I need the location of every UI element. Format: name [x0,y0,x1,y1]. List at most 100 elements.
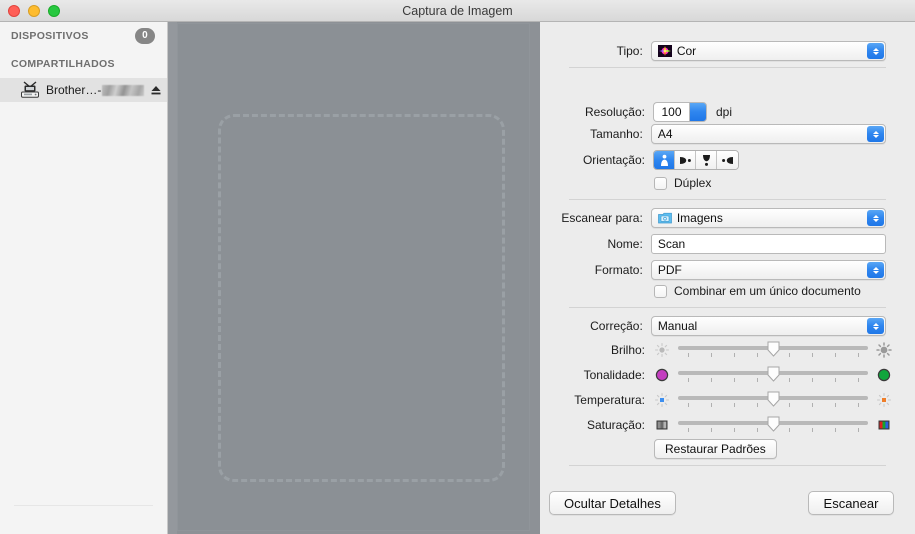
orientation-landscape-left-icon[interactable] [717,151,738,169]
slider-thumb[interactable] [767,391,780,407]
tamanho-value: A4 [657,127,673,141]
restore-defaults-button[interactable]: Restaurar Padrões [654,439,777,459]
temperature-cool-icon [654,392,670,408]
formato-popup-button[interactable]: PDF [650,260,886,280]
combinar-checkbox[interactable] [654,284,667,298]
scan-button[interactable]: Escanear [808,491,894,515]
saturation-gray-icon [654,417,670,433]
tonalidade-label: Tonalidade: [583,368,645,382]
saturacao-label: Saturação: [586,418,645,432]
tonalidade-slider[interactable] [678,365,868,385]
row-temperatura: Temperatura: [540,390,900,410]
orientation-segmented-control[interactable] [653,150,739,170]
resolucao-value[interactable]: 100 [653,102,689,122]
preview-left-edge [168,22,177,534]
row-brilho: Brilho: [540,340,900,360]
slider-thumb[interactable] [767,366,780,382]
divider-2 [569,199,886,200]
formato-value: PDF [657,263,682,277]
slider-thumb[interactable] [767,416,780,432]
sidebar: DISPOSITIVOS 0 COMPARTILHADOS Brother…- [0,22,168,534]
devices-count-badge: 0 [135,28,155,44]
eject-icon[interactable] [150,83,162,97]
row-escanear-para: Escanear para: Imagens [540,208,886,228]
row-tipo: Tipo: Cor [540,41,886,61]
row-scan: Escanear [808,491,894,515]
tamanho-label: Tamanho: [590,127,643,141]
orientation-portrait-down-icon[interactable] [696,151,717,169]
sidebar-section-shared: COMPARTILHADOS [0,50,167,78]
brilho-label: Brilho: [610,343,645,357]
redacted-device-name [102,84,145,96]
escanear-para-label: Escanear para: [561,211,643,225]
scan-selection-marquee[interactable] [218,114,505,482]
brightness-high-icon [876,342,892,358]
row-restaurar: Restaurar Padrões [654,439,777,459]
nome-label: Nome: [607,237,643,251]
sidebar-bottom-divider [14,505,153,506]
correcao-value: Manual [657,319,698,333]
preview-page [177,23,530,531]
image-capture-window: Captura de Imagem DISPOSITIVOS 0 COMPART… [0,0,915,534]
chevron-updown-icon [867,318,884,334]
color-photo-icon [657,45,672,57]
scanner-icon [18,81,42,99]
row-nome: Nome: Scan [540,234,886,254]
row-hide-details: Ocultar Detalhes [549,491,676,515]
row-duplex: Dúplex [540,176,886,190]
temperatura-slider[interactable] [678,390,868,410]
tipo-value: Cor [676,44,697,58]
chevron-updown-icon [867,210,884,226]
stepper-arrows-icon[interactable] [689,102,707,122]
resolucao-unit: dpi [716,105,733,119]
tint-magenta-icon [654,367,670,383]
tipo-popup-button[interactable]: Cor [650,41,886,61]
resolucao-label: Resolução: [584,105,645,119]
divider-4 [569,465,886,466]
sidebar-item-label: Brother…- [46,83,102,97]
sidebar-section-devices: DISPOSITIVOS 0 [0,22,167,50]
orientacao-label: Orientação: [582,153,645,167]
scan-preview-area[interactable] [168,22,540,534]
chevron-updown-icon [867,126,884,142]
saturation-color-icon [876,417,892,433]
tamanho-popup-button[interactable]: A4 [650,124,886,144]
sidebar-item-brother-scanner[interactable]: Brother…- [0,78,167,102]
orientation-portrait-up-icon[interactable] [654,151,675,169]
divider-3 [569,307,886,308]
row-tamanho: Tamanho: A4 [540,124,886,144]
temperature-warm-icon [876,392,892,408]
scan-settings-panel: Tipo: Cor Resolução: 100 dpi Tamanho: A4… [540,22,915,534]
brightness-low-icon [654,342,670,358]
combinar-label: Combinar em um único documento [674,284,861,298]
sidebar-section-devices-label: DISPOSITIVOS [11,30,89,42]
tint-green-icon [876,367,892,383]
duplex-label: Dúplex [674,176,712,190]
hide-details-button[interactable]: Ocultar Detalhes [549,491,676,515]
correcao-popup-button[interactable]: Manual [650,316,886,336]
row-tonalidade: Tonalidade: [540,365,900,385]
sidebar-section-shared-label: COMPARTILHADOS [11,58,115,70]
escanear-para-value: Imagens [676,211,723,225]
divider-1 [569,67,886,68]
resolucao-stepper[interactable]: 100 [653,102,707,122]
escanear-para-popup-button[interactable]: Imagens [650,208,886,228]
row-saturacao: Saturação: [540,415,900,435]
duplex-checkbox[interactable] [654,176,667,190]
titlebar: Captura de Imagem [0,0,915,22]
window-title: Captura de Imagem [402,4,513,18]
chevron-updown-icon [867,43,884,59]
correcao-label: Correção: [590,319,643,333]
row-correcao: Correção: Manual [540,316,886,336]
brilho-slider[interactable] [678,340,868,360]
orientation-landscape-right-icon[interactable] [675,151,696,169]
tipo-label: Tipo: [616,44,643,58]
saturacao-slider[interactable] [678,415,868,435]
row-formato: Formato: PDF [540,260,886,280]
pictures-folder-icon [657,212,672,224]
row-resolucao: Resolução: 100 dpi [540,102,886,122]
slider-thumb[interactable] [767,341,780,357]
formato-label: Formato: [594,263,643,277]
row-orientacao: Orientação: [540,150,886,170]
nome-input[interactable]: Scan [650,234,886,254]
